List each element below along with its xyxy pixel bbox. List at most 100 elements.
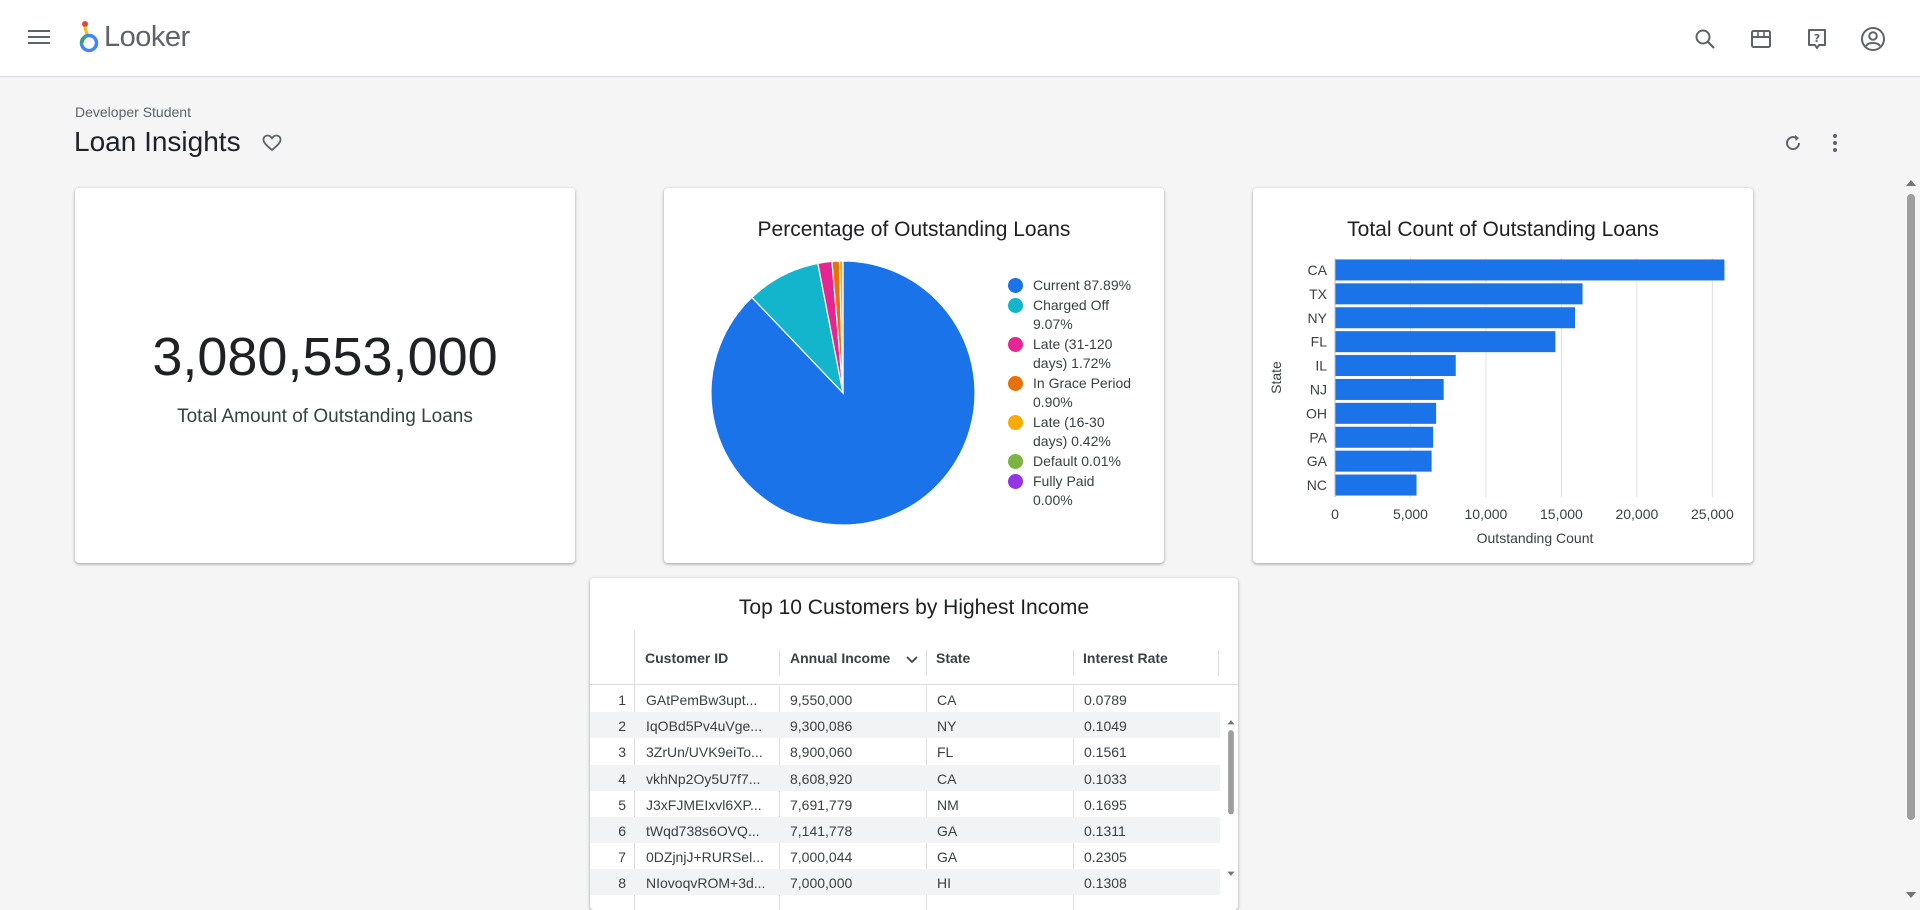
legend-label: Current 87.89% xyxy=(1033,277,1132,293)
bar[interactable] xyxy=(1335,378,1444,400)
legend-label: Default 0.01% xyxy=(1033,453,1121,469)
legend-item[interactable]: In Grace Period 0.90% xyxy=(1008,374,1158,412)
bar[interactable] xyxy=(1335,283,1583,305)
scroll-down-icon xyxy=(1906,892,1916,898)
row-number: 4 xyxy=(618,770,626,787)
looker-logo[interactable]: Looker xyxy=(78,20,190,54)
y-tick-label: NC xyxy=(1307,477,1327,493)
legend-label: Late (16-30 days) 0.42% xyxy=(1033,414,1111,449)
more-vert-icon xyxy=(1833,134,1837,152)
table-header: Customer ID Annual Income State Interest… xyxy=(590,630,1238,685)
cell-interest-rate: 0.1695 xyxy=(1084,796,1127,813)
marketplace-button[interactable] xyxy=(1744,22,1778,56)
cell-annual-income: 9,550,000 xyxy=(790,692,853,708)
table-row[interactable]: 1 GAtPemBw3upt... 9,550,000 CA 0.0789 xyxy=(590,686,1220,712)
page-title: Loan Insights xyxy=(74,126,241,157)
legend-label: In Grace Period 0.90% xyxy=(1033,375,1132,410)
scroll-down-icon xyxy=(1227,871,1235,876)
table-scrollbar[interactable] xyxy=(1226,688,1236,908)
bar[interactable] xyxy=(1335,450,1432,472)
cell-state: CA xyxy=(937,770,957,787)
page-scrollbar[interactable] xyxy=(1904,178,1918,898)
table-row[interactable]: 8 NIovoqvROM+3d... 7,000,000 HI 0.1308 xyxy=(590,869,1220,896)
legend-label: Late (31-120 days) 1.72% xyxy=(1033,336,1113,371)
legend-item[interactable]: Late (16-30 days) 0.42% xyxy=(1008,413,1158,451)
account-button[interactable] xyxy=(1856,22,1890,56)
x-axis-label: Outstanding Count xyxy=(1477,530,1594,546)
cell-interest-rate: 0.1049 xyxy=(1084,718,1127,735)
cell-annual-income: 7,000,044 xyxy=(790,849,853,866)
search-button[interactable] xyxy=(1688,22,1722,56)
kpi-label: Total Amount of Outstanding Loans xyxy=(177,406,473,427)
legend-label: Charged Off 9.07% xyxy=(1033,297,1110,332)
legend-swatch xyxy=(1008,454,1023,469)
legend-item[interactable]: Fully Paid 0.00% xyxy=(1008,472,1158,510)
cell-state: NM xyxy=(937,796,959,813)
legend-item[interactable]: Charged Off 9.07% xyxy=(1008,296,1158,334)
search-icon xyxy=(1695,29,1715,49)
cell-state: GA xyxy=(937,849,958,866)
cell-interest-rate: 0.1033 xyxy=(1084,770,1127,787)
table-row[interactable]: 5 J3xFJMEIxvl6XP... 7,691,779 NM 0.1695 xyxy=(590,791,1220,817)
y-tick-label: TX xyxy=(1309,286,1328,302)
reload-button[interactable] xyxy=(1782,132,1804,154)
x-tick-label: 5,000 xyxy=(1393,506,1428,522)
cell-state: CA xyxy=(937,692,957,708)
cell-customer-id: tWqd738s6OVQ... xyxy=(646,823,760,839)
cell-customer-id: 0DZjnjJ+RURSel... xyxy=(646,849,764,866)
cell-annual-income: 7,000,000 xyxy=(790,875,853,892)
cell-state: NY xyxy=(937,718,957,735)
bar[interactable] xyxy=(1335,474,1417,496)
row-number: 8 xyxy=(618,875,626,892)
legend-swatch xyxy=(1008,298,1023,313)
table-row[interactable]: 7 0DZjnjJ+RURSel... 7,000,044 GA 0.2305 xyxy=(590,843,1220,869)
legend-swatch xyxy=(1008,376,1023,391)
bar-chart-tile[interactable]: Total Count of Outstanding Loans 0 5,000 1… xyxy=(1253,188,1753,563)
legend-swatch xyxy=(1008,337,1023,352)
breadcrumb[interactable]: Developer Student xyxy=(75,104,191,120)
y-tick-label: GA xyxy=(1307,453,1328,469)
kpi-tile[interactable]: 3,080,553,000 Total Amount of Outstandin… xyxy=(75,188,575,563)
table-tile[interactable]: Top 10 Customers by Highest Income Custo… xyxy=(590,578,1238,910)
y-tick-label: FL xyxy=(1311,334,1328,350)
cell-annual-income: 7,691,779 xyxy=(790,796,853,813)
table-row[interactable]: 6 tWqd738s6OVQ... 7,141,778 GA 0.1311 xyxy=(590,817,1220,843)
dashboard-options-button[interactable] xyxy=(1824,132,1846,154)
table-row[interactable]: 2 IqOBd5Pv4uVge... 9,300,086 NY 0.1049 xyxy=(590,712,1220,739)
pie-chart-tile[interactable]: Percentage of Outstanding Loans Current … xyxy=(664,188,1164,563)
row-number: 2 xyxy=(618,718,626,735)
favorite-button[interactable] xyxy=(262,134,282,157)
legend-item[interactable]: Late (31-120 days) 1.72% xyxy=(1008,335,1158,373)
bar[interactable] xyxy=(1335,402,1437,424)
cell-customer-id: GAtPemBw3upt... xyxy=(646,692,758,708)
y-tick-label: NJ xyxy=(1310,381,1327,397)
cell-state: GA xyxy=(937,823,958,839)
row-number: 5 xyxy=(618,796,626,813)
bar[interactable] xyxy=(1335,426,1434,448)
legend-item[interactable]: Default 0.01% xyxy=(1008,452,1158,471)
column-header-annual-income[interactable]: Annual Income xyxy=(790,650,890,680)
bar[interactable] xyxy=(1335,307,1575,329)
cell-customer-id: IqOBd5Pv4uVge... xyxy=(646,718,762,735)
bar[interactable] xyxy=(1335,331,1556,353)
kpi-value: 3,080,553,000 xyxy=(152,327,498,387)
help-button[interactable]: ? xyxy=(1800,22,1834,56)
sort-descending-icon[interactable] xyxy=(906,655,918,665)
cell-state: FL xyxy=(937,744,954,761)
column-header-interest-rate[interactable]: Interest Rate xyxy=(1083,650,1168,680)
column-header-customer-id[interactable]: Customer ID xyxy=(645,650,728,680)
table-row[interactable]: 3 3ZrUn/UVK9eiTo... 8,900,060 FL 0.1561 xyxy=(590,738,1220,764)
looker-logo-icon xyxy=(79,21,99,53)
scroll-up-icon xyxy=(1906,180,1916,186)
column-header-state[interactable]: State xyxy=(936,650,970,680)
bar[interactable] xyxy=(1335,355,1456,377)
table-row[interactable]: 4 vkhNp2Oy5U7f7... 8,608,920 CA 0.1033 xyxy=(590,764,1220,791)
x-tick-label: 20,000 xyxy=(1615,506,1658,522)
bar[interactable] xyxy=(1335,259,1725,281)
legend-item[interactable]: Current 87.89% xyxy=(1008,276,1158,295)
cell-interest-rate: 0.1561 xyxy=(1084,744,1127,761)
cell-annual-income: 7,141,778 xyxy=(790,823,853,839)
main-menu-button[interactable] xyxy=(28,26,56,50)
y-tick-label: OH xyxy=(1306,405,1327,421)
x-tick-label: 10,000 xyxy=(1465,506,1508,522)
